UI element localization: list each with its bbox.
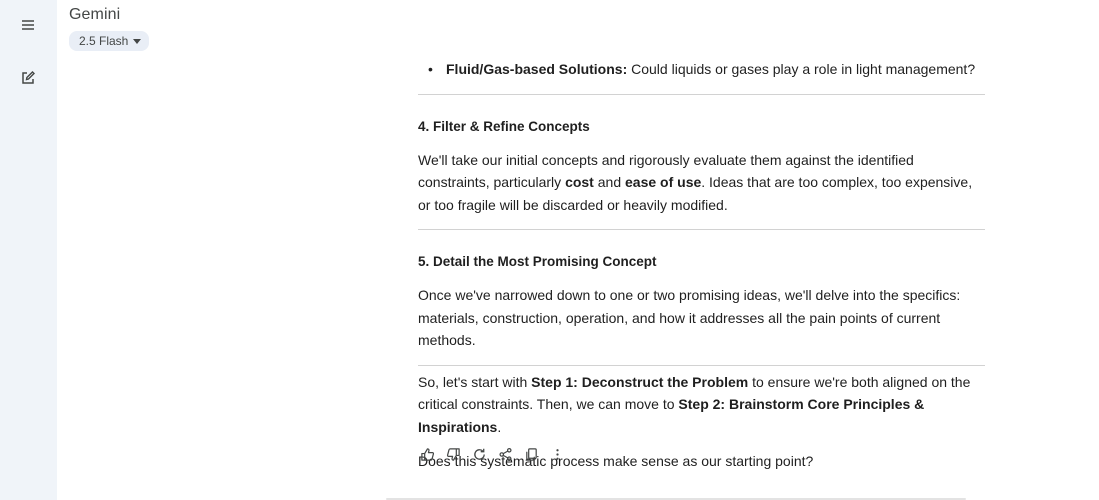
thumb-up-button[interactable] — [418, 445, 436, 463]
step4-text-2: and — [593, 174, 625, 190]
edit-icon — [22, 71, 35, 84]
redo-button[interactable] — [470, 445, 488, 463]
share-button[interactable] — [496, 445, 514, 463]
step4-bold-2: ease of use — [625, 174, 702, 190]
bullet-bold: Fluid/Gas-based Solutions: — [446, 61, 628, 77]
copy-icon — [525, 447, 537, 461]
divider — [418, 93, 985, 95]
divider — [418, 364, 985, 366]
step4-heading: 4. Filter & Refine Concepts — [418, 118, 590, 134]
bullet-dot: • — [428, 61, 433, 77]
list-item: • Fluid/Gas-based Solutions: Could liqui… — [418, 58, 985, 81]
closing-paragraph: So, let's start with Step 1: Deconstruct… — [418, 371, 985, 439]
closing-text-3: . — [497, 418, 502, 435]
closing-text-1: So, let's start with — [418, 373, 532, 390]
step4-bold-1: cost — [565, 174, 594, 190]
new-chat-button[interactable] — [14, 64, 42, 92]
copy-button[interactable] — [522, 445, 540, 463]
step5-heading: 5. Detail the Most Promising Concept — [418, 254, 657, 269]
share-icon — [498, 447, 512, 461]
step5-paragraph: Once we've narrowed down to one or two p… — [418, 287, 961, 348]
model-label: 2.5 Flash — [79, 34, 129, 48]
response-message: • Fluid/Gas-based Solutions: Could liqui… — [418, 58, 985, 473]
app-title: Gemini — [69, 6, 121, 23]
thumb-down-icon — [446, 447, 460, 461]
menu-button[interactable] — [14, 11, 42, 39]
more-vert-icon — [555, 448, 559, 460]
model-selector[interactable]: 2.5 Flash — [69, 31, 150, 51]
side-rail — [0, 0, 57, 500]
top-bar: Gemini 2.5 Flash — [69, 6, 150, 51]
divider — [418, 229, 985, 230]
response-actions — [418, 445, 566, 463]
caret-down-icon — [133, 39, 142, 44]
bullet-text: Fluid/Gas-based Solutions: Could liquids… — [446, 58, 975, 81]
menu-icon — [22, 20, 34, 30]
thumb-up-icon — [420, 447, 434, 461]
closing-bold-1: Step 1: Deconstruct the Problem — [531, 373, 749, 390]
more-options-button[interactable] — [548, 445, 566, 463]
redo-icon — [473, 448, 485, 460]
bullet-body: Could liquids or gases play a role in li… — [627, 61, 976, 77]
step4-paragraph: We'll take our initial concepts and rigo… — [418, 149, 985, 217]
thumb-down-button[interactable] — [444, 445, 462, 463]
